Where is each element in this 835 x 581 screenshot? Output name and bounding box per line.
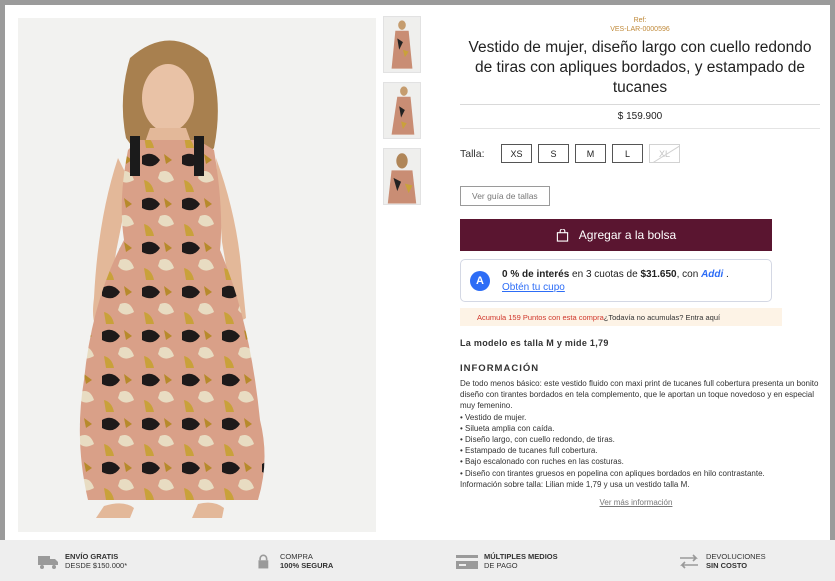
financing-text: 0 % de interés en 3 cuotas de $31.650, c…: [502, 268, 729, 294]
size-option-s[interactable]: S: [538, 144, 569, 163]
info-bullet: • Estampado de tucanes full cobertura.: [460, 446, 598, 456]
main-product-image[interactable]: [18, 18, 376, 532]
feature-returns: DEVOLUCIONES SIN COSTO: [678, 552, 766, 570]
size-selector: Talla: XS S M L XL: [460, 144, 820, 163]
title-divider: [460, 104, 820, 105]
ref-label: Ref:: [633, 17, 647, 24]
lock-icon: [258, 554, 269, 569]
add-to-bag-label: Agregar a la bolsa: [578, 228, 677, 242]
secure-line2: 100% SEGURA: [280, 560, 334, 570]
more-info-link[interactable]: Ver más información: [452, 498, 820, 507]
size-label: Talla:: [460, 147, 485, 160]
product-title: Vestido de mujer, diseño largo con cuell…: [468, 39, 812, 96]
financing-interest: 0 % de interés: [502, 268, 570, 280]
model-note: La modelo es talla M y mide 1,79: [460, 338, 609, 348]
product-info-panel: Ref: VES-LAR-0000596 Vestido de mujer, d…: [460, 16, 820, 507]
returns-line2: SIN COSTO: [706, 560, 748, 570]
financing-middle: en 3 cuotas de: [569, 268, 641, 280]
thumbnail-gallery: [383, 16, 421, 214]
financing-period: .: [723, 268, 729, 280]
feature-payment: MÚLTIPLES MEDIOS DE PAGO: [456, 552, 558, 570]
size-option-l[interactable]: L: [612, 144, 643, 163]
feature-shipping: ENVÍO GRATIS DESDE $150.000*: [37, 552, 128, 570]
features-bar: ENVÍO GRATIS DESDE $150.000* COMPRA 100%…: [0, 540, 835, 581]
truck-icon: [38, 556, 58, 569]
info-bullet: • Diseño con tirantes gruesos en popelin…: [460, 468, 765, 478]
size-option-m[interactable]: M: [575, 144, 606, 163]
info-bullet: • Bajo escalonado con ruches en las cost…: [460, 457, 624, 467]
financing-amount: $31.650: [640, 268, 677, 280]
info-heading: INFORMACIÓN: [460, 363, 540, 374]
shipping-line2: DESDE $150.000*: [65, 560, 128, 570]
info-description: De todo menos básico: este vestido fluid…: [460, 379, 819, 411]
points-banner[interactable]: Acumula 159 Puntos con esta compra ¿Toda…: [460, 308, 782, 326]
thumbnail-1[interactable]: [383, 16, 421, 73]
financing-with: , con: [676, 268, 702, 280]
info-body: De todo menos básico: este vestido fluid…: [460, 378, 820, 490]
info-bullet: • Silueta amplia con caída.: [460, 423, 555, 433]
info-bullet: • Diseño largo, con cuello redondo, de t…: [460, 435, 615, 445]
info-bullet: • Vestido de mujer.: [460, 412, 527, 422]
exchange-arrows-icon: [680, 554, 698, 569]
shopping-bag-icon: [556, 228, 568, 242]
payment-line2: DE PAGO: [484, 560, 518, 570]
ref-code: VES-LAR-0000596: [610, 26, 670, 33]
financing-box: A 0 % de interés en 3 cuotas de $31.650,…: [460, 259, 772, 302]
price-divider: [460, 128, 820, 129]
size-option-xs[interactable]: XS: [501, 144, 532, 163]
addi-logo-icon: A: [470, 270, 490, 291]
financing-brand: Addi: [701, 268, 724, 280]
feature-secure: COMPRA 100% SEGURA: [256, 552, 334, 570]
get-quota-link[interactable]: Obtén tu cupo: [502, 281, 729, 294]
info-size: Información sobre talla: Lilian mide 1,7…: [460, 479, 690, 489]
points-accent: Acumula 159 Puntos con esta compra: [477, 312, 604, 322]
thumbnail-3[interactable]: [383, 148, 421, 205]
points-rest: ¿Todavía no acumulas? Entra aquí: [603, 312, 721, 322]
card-icon: [456, 555, 478, 569]
add-to-bag-button[interactable]: Agregar a la bolsa: [460, 219, 772, 251]
thumbnail-2[interactable]: [383, 82, 421, 139]
size-option-xl: XL: [649, 144, 680, 163]
product-price: $ 159.900: [617, 111, 663, 122]
size-guide-button[interactable]: Ver guía de tallas: [460, 186, 550, 206]
